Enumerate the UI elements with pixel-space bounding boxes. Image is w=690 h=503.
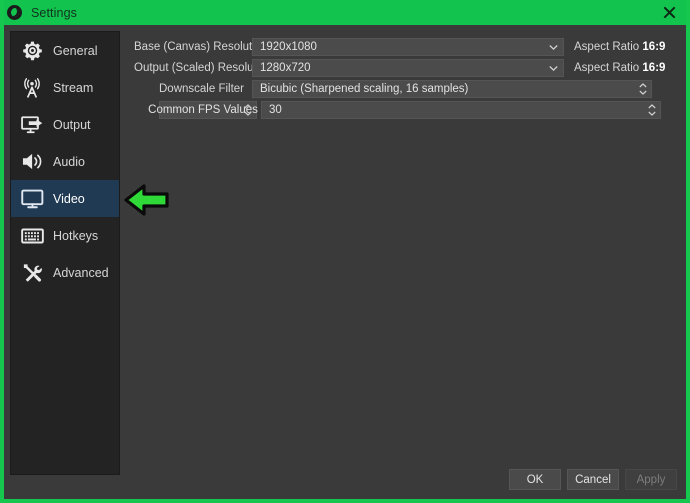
downscale-filter-spinbox[interactable]: Bicubic (Sharpened scaling, 16 samples) [252, 80, 652, 98]
sidebar-item-label: Advanced [53, 265, 109, 280]
base-resolution-combobox[interactable]: 1920x1080 [252, 38, 564, 56]
window-title: Settings [31, 5, 77, 20]
sidebar-item-label: Stream [53, 80, 94, 95]
base-aspect-ratio: Aspect Ratio 16:9 [574, 41, 665, 53]
dialog-buttons: OK Cancel Apply [509, 469, 677, 490]
output-aspect-ratio-label: Aspect Ratio [574, 62, 640, 74]
green-left-arrow-annotation [122, 181, 172, 219]
sidebar-item-output[interactable]: Output [11, 106, 119, 143]
speaker-icon [19, 150, 45, 174]
fps-value-spinbox[interactable]: 30 [261, 101, 661, 119]
base-resolution-row: Base (Canvas) Resolution 1920x1080 Aspec… [134, 38, 682, 56]
cancel-button[interactable]: Cancel [567, 469, 619, 490]
apply-button[interactable]: Apply [625, 469, 677, 490]
keyboard-icon [19, 224, 45, 248]
sidebar-item-label: Hotkeys [53, 228, 99, 243]
sidebar-item-label: Output [53, 117, 91, 132]
close-icon[interactable] [648, 0, 686, 25]
base-aspect-ratio-label: Aspect Ratio [574, 41, 640, 53]
downscale-filter-value: Bicubic (Sharpened scaling, 16 samples) [260, 83, 469, 95]
output-aspect-ratio: Aspect Ratio 16:9 [574, 62, 665, 74]
monitor-icon [19, 187, 45, 211]
tools-icon [19, 261, 45, 285]
base-resolution-label: Base (Canvas) Resolution [134, 41, 268, 53]
sidebar-item-stream[interactable]: Stream [11, 69, 119, 106]
obs-logo-icon [7, 5, 22, 20]
sidebar-item-audio[interactable]: Audio [11, 143, 119, 180]
sidebar-item-label: General [53, 43, 98, 58]
broadcast-icon [19, 76, 45, 100]
chevron-down-icon[interactable] [548, 63, 559, 74]
base-aspect-ratio-value: 16:9 [642, 41, 666, 53]
common-fps-values-combobox[interactable]: Common FPS Values [148, 101, 258, 119]
settings-window: Settings General Stream Output Audio Vid… [0, 0, 690, 503]
video-settings-form: Base (Canvas) Resolution 1920x1080 Aspec… [134, 38, 682, 122]
output-resolution-label: Output (Scaled) Resolution [134, 62, 273, 74]
downscale-filter-row: Downscale Filter Bicubic (Sharpened scal… [134, 80, 682, 98]
base-resolution-value: 1920x1080 [260, 41, 317, 53]
output-aspect-ratio-value: 16:9 [642, 62, 666, 74]
sidebar-item-general[interactable]: General [11, 32, 119, 69]
ok-button[interactable]: OK [509, 469, 561, 490]
sidebar-item-video[interactable]: Video [11, 180, 119, 217]
spinner-up-down-icon[interactable] [647, 103, 657, 117]
title-bar: Settings [4, 0, 686, 25]
sidebar-item-hotkeys[interactable]: Hotkeys [11, 217, 119, 254]
output-resolution-combobox[interactable]: 1280x720 [252, 59, 564, 77]
sidebar-item-label: Audio [53, 154, 85, 169]
output-monitor-icon [19, 113, 45, 137]
settings-sidebar: General Stream Output Audio Video Hotkey… [10, 31, 120, 475]
spinner-up-down-icon[interactable] [638, 82, 648, 96]
chevron-down-icon[interactable] [548, 42, 559, 53]
output-resolution-row: Output (Scaled) Resolution 1280x720 Aspe… [134, 59, 682, 77]
fps-value: 30 [269, 104, 282, 116]
spinner-up-down-icon[interactable] [243, 103, 253, 117]
output-resolution-value: 1280x720 [260, 62, 311, 74]
downscale-filter-label: Downscale Filter [159, 83, 244, 95]
sidebar-item-label: Video [53, 191, 85, 206]
sidebar-item-advanced[interactable]: Advanced [11, 254, 119, 291]
common-fps-values-row: Common FPS Values 30 [134, 101, 682, 119]
gear-icon [19, 39, 45, 63]
